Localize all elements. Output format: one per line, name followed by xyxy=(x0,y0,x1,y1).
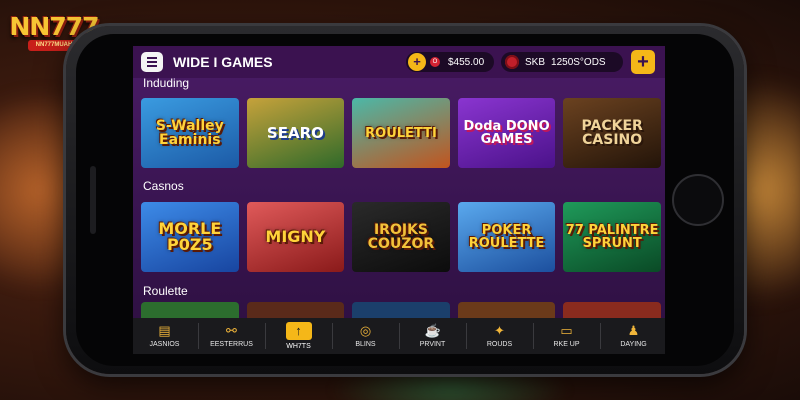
nav-label: ROUDS xyxy=(486,341,513,348)
game-tile[interactable]: PACKER CASINO xyxy=(563,98,661,168)
game-tile[interactable]: 77 PALINTRE SPRUNT xyxy=(563,202,661,272)
game-tile[interactable]: ROULETTI xyxy=(352,98,450,168)
bottom-nav: ▤ JASNIOS ⚯ EESTERRUS ↑ WH7TS ◎ BLINS ☕ … xyxy=(133,318,665,354)
nav-item-wh7ts[interactable]: ↑ WH7TS xyxy=(269,319,329,353)
nav-divider xyxy=(599,323,601,349)
nav-label: RKE UP xyxy=(553,341,580,348)
game-tile-title: PACKER CASINO xyxy=(581,118,643,148)
nav-item-jasnios[interactable]: ▤ JASNIOS xyxy=(135,319,195,353)
game-tile[interactable]: MORLE P0Z5 xyxy=(141,202,239,272)
nav-label: EESTERRUS xyxy=(210,341,253,348)
upload-icon: ↑ xyxy=(285,322,312,340)
cup-icon: ☕ xyxy=(424,323,441,338)
app-screen: WIDE I GAMES + O $455.00 SKB 1250S°ODS +… xyxy=(133,46,665,354)
game-tile[interactable]: Doda DONO GAMES xyxy=(457,98,556,168)
nav-divider xyxy=(264,323,266,349)
screen-icon: ▭ xyxy=(560,323,573,338)
nav-item-prvint[interactable]: ☕ PRVINT xyxy=(403,319,463,353)
nav-divider xyxy=(465,323,467,349)
chip-label: SKB xyxy=(525,56,546,68)
game-tile-title: S-Walley Eaminis xyxy=(155,118,224,148)
game-tile-title: MIGNY xyxy=(265,227,326,246)
top-bar: WIDE I GAMES + O $455.00 SKB 1250S°ODS + xyxy=(133,46,665,78)
nav-item-eesterrus[interactable]: ⚯ EESTERRUS xyxy=(202,319,262,353)
game-tile[interactable]: IROJKS COUZOR xyxy=(352,202,450,272)
nav-divider xyxy=(197,323,199,349)
game-tile-title: SEARO xyxy=(266,123,324,142)
person-icon: ♟ xyxy=(627,323,640,338)
section-title-casnos: Casnos xyxy=(143,179,184,193)
menu-icon-line xyxy=(147,61,157,63)
coin-icon: O xyxy=(430,57,440,67)
chip-icon xyxy=(505,55,519,69)
phone-speaker xyxy=(90,166,96,234)
nav-divider xyxy=(398,323,400,349)
chip-icon: ◎ xyxy=(359,323,372,338)
menu-icon-line xyxy=(147,65,157,67)
game-row-2: MORLE P0Z5 MIGNY IROJKS COUZOR POKER ROU… xyxy=(141,202,661,272)
game-tile[interactable]: SEARO xyxy=(246,98,345,168)
section-title-induding: Induding xyxy=(143,76,190,90)
game-tile-title: POKER ROULETTE xyxy=(468,223,545,251)
nav-item-rouds[interactable]: ✦ ROUDS xyxy=(470,319,530,353)
balance-value: $455.00 xyxy=(448,56,485,68)
nav-label: PRVINT xyxy=(419,341,446,348)
sparkle-icon: ✦ xyxy=(494,323,505,338)
nav-item-rke-up[interactable]: ▭ RKE UP xyxy=(537,319,597,353)
nav-item-daying[interactable]: ♟ DAYING xyxy=(604,319,664,353)
menu-button[interactable] xyxy=(141,52,163,72)
game-row-1: S-Walley Eaminis SEARO ROULETTI Doda DON… xyxy=(141,98,661,168)
game-tile[interactable]: POKER ROULETTE xyxy=(457,202,556,272)
game-tile-title: IROJKS COUZOR xyxy=(367,222,435,252)
game-tile-title: Doda DONO GAMES xyxy=(463,119,550,147)
balance-display[interactable]: + O $455.00 xyxy=(406,52,494,72)
nav-label: DAYING xyxy=(620,341,647,348)
nav-label: JASNIOS xyxy=(149,341,180,348)
nav-divider xyxy=(532,323,534,349)
network-icon: ⚯ xyxy=(226,323,237,338)
add-button[interactable]: + xyxy=(631,50,655,74)
nav-label: BLINS xyxy=(355,341,376,348)
casino-icon: ▤ xyxy=(158,323,171,338)
section-title-roulette: Roulette xyxy=(143,284,188,298)
game-tile[interactable]: MIGNY xyxy=(246,202,345,272)
nav-item-blins[interactable]: ◎ BLINS xyxy=(336,319,396,353)
chip-balance[interactable]: SKB 1250S°ODS xyxy=(501,52,623,72)
menu-icon-line xyxy=(147,57,157,59)
add-funds-icon[interactable]: + xyxy=(408,53,426,71)
nav-label: WH7TS xyxy=(286,343,311,350)
nav-divider xyxy=(331,323,333,349)
game-tile-title: 77 PALINTRE SPRUNT xyxy=(565,223,659,251)
chip-value: 1250S°ODS xyxy=(551,56,606,68)
game-tile-title: ROULETTI xyxy=(365,125,437,141)
page-title: WIDE I GAMES xyxy=(173,54,273,70)
home-button[interactable] xyxy=(672,174,724,226)
game-tile-title: MORLE P0Z5 xyxy=(158,219,222,254)
game-tile[interactable]: S-Walley Eaminis xyxy=(141,98,239,168)
